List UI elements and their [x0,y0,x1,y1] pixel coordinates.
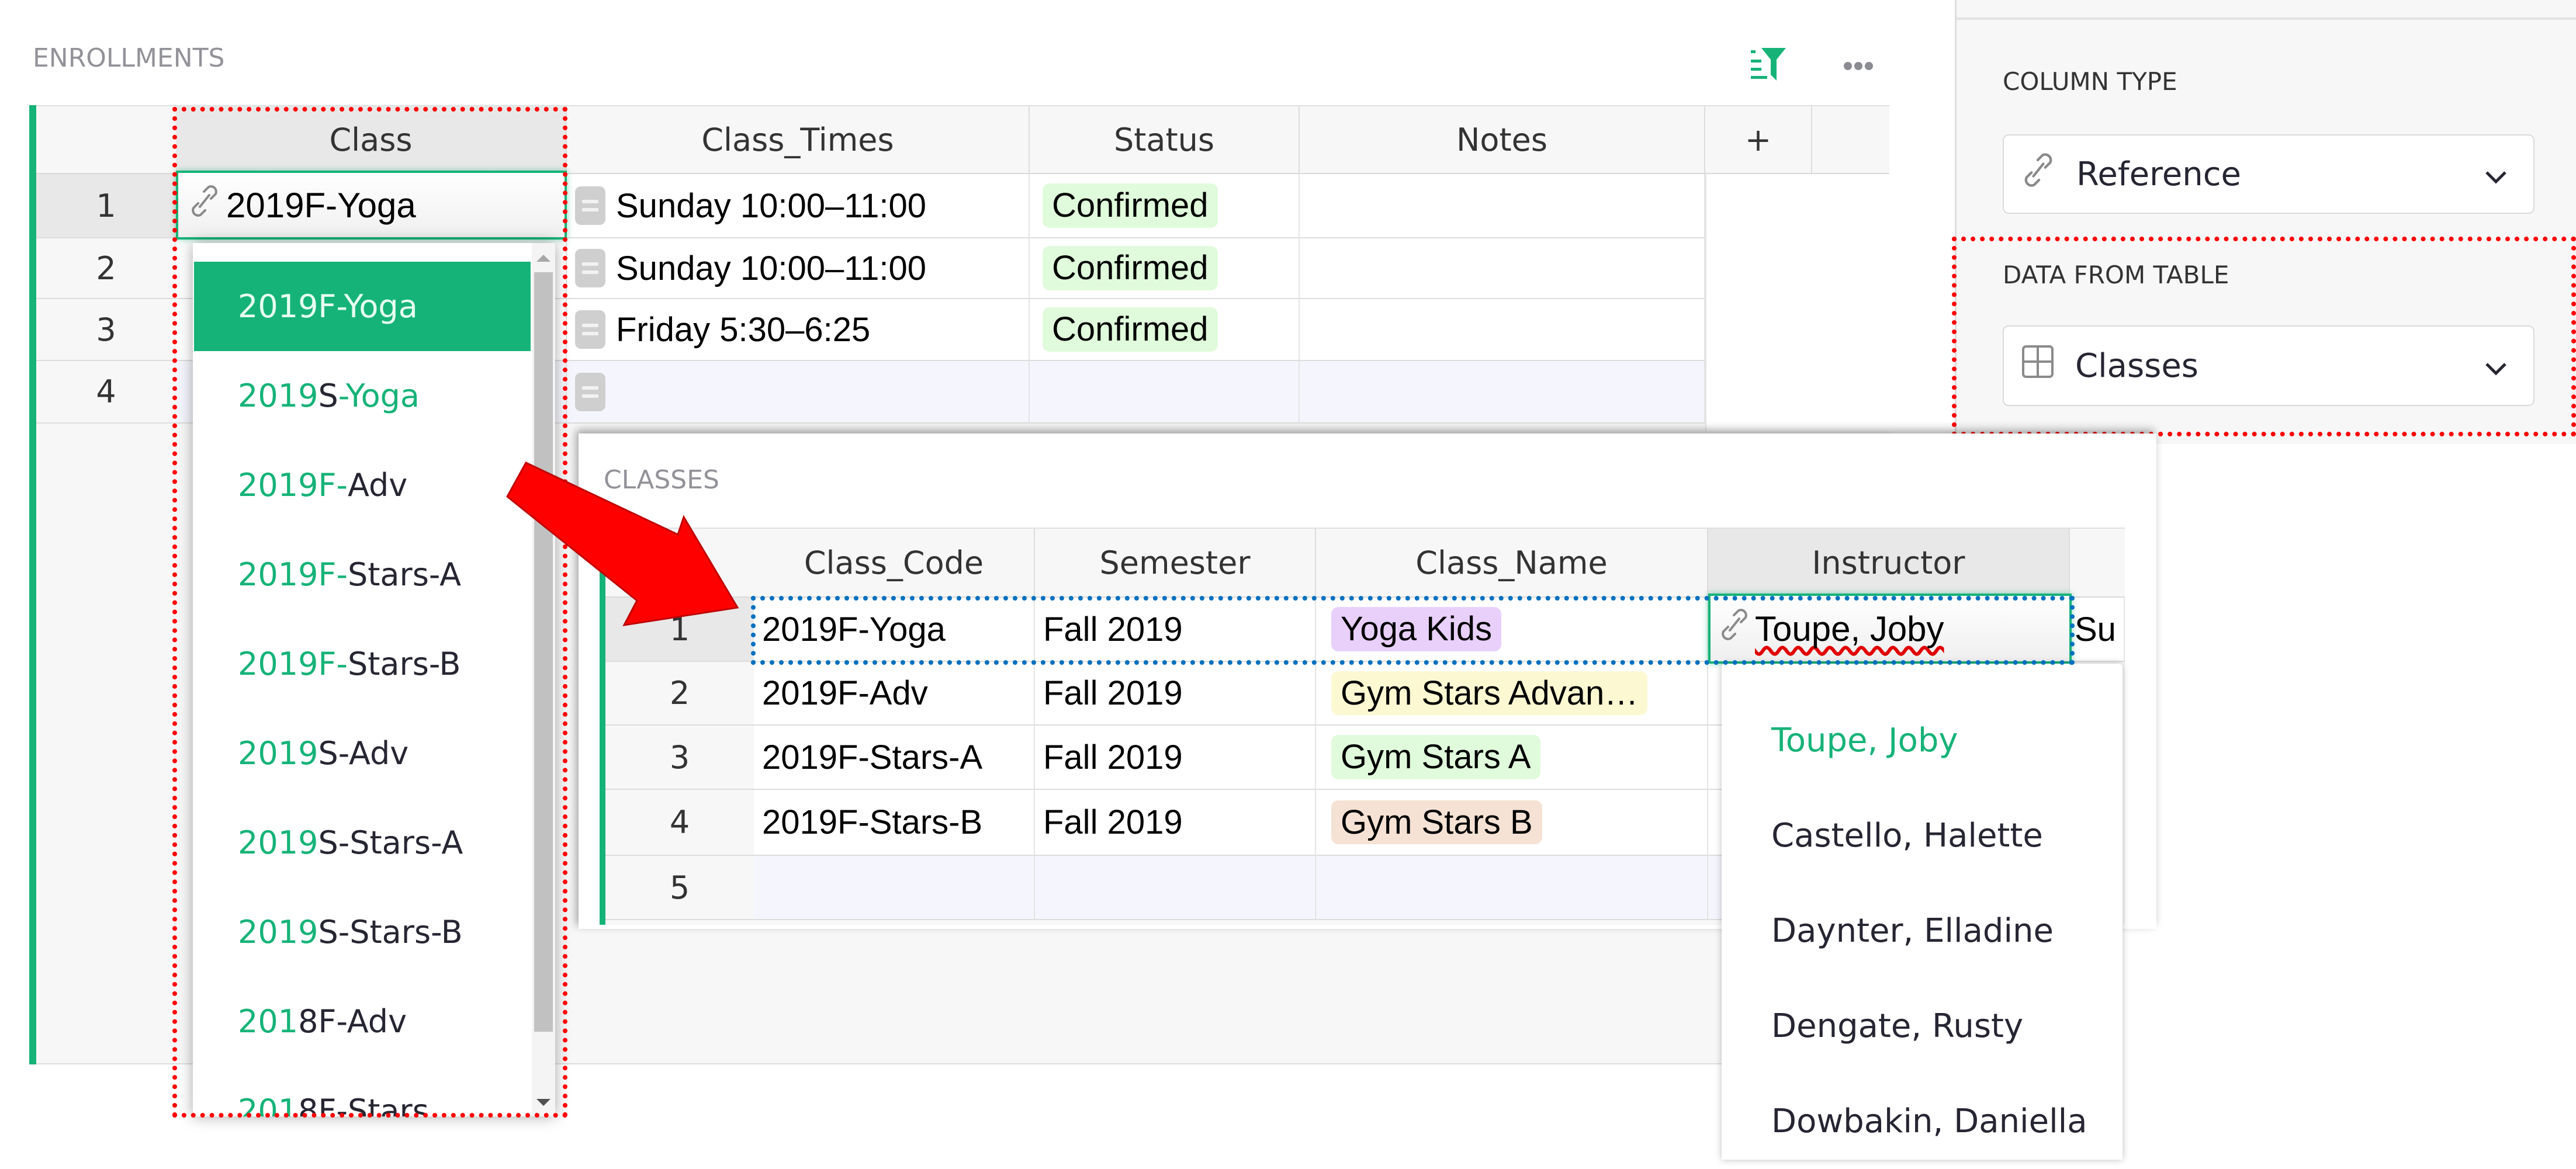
header-filler [1812,106,1889,174]
column-header-class-name[interactable]: Class_Name [1316,529,1708,598]
reference-open-icon[interactable] [575,249,605,287]
instructor-autocomplete-dropdown: Toupe, Joby Castello, Halette Daynter, E… [1722,664,2123,1160]
cell-class-name[interactable]: Gym Stars B [1316,790,1708,856]
cell-class-name[interactable]: Gym Stars A [1316,726,1708,790]
row-number[interactable]: 5 [605,856,754,920]
reference-open-icon[interactable] [575,310,605,349]
reference-open-icon[interactable] [575,186,605,225]
column-type-value: Reference [2076,155,2241,193]
column-header-class-times[interactable]: Class_Times [567,106,1030,174]
enrollments-section-title: ENROLLMENTS [33,43,225,73]
column-header-status[interactable]: Status [1030,106,1300,174]
cell-class-code[interactable]: 2019F-Stars-B [754,790,1035,856]
cell-class-times[interactable]: Sunday 10:00–11:00 [567,238,1030,299]
instructor-option[interactable]: Dowbakin, Daniella [1722,1074,2123,1169]
cell-semester[interactable]: Fall 2019 [1035,790,1316,856]
cell-class-times[interactable]: Sunday 10:00–11:00 [567,174,1030,238]
instructor-option[interactable]: Toupe, Joby [1722,693,2123,788]
instructor-dropdown-list: Toupe, Joby Castello, Halette Daynter, E… [1722,693,2123,1169]
cell-class-name[interactable]: Gym Stars Advan… [1316,662,1708,726]
row-number[interactable]: 3 [605,726,754,790]
cell-class-times-text: Friday 5:30–6:25 [616,310,871,349]
cell-semester[interactable] [1035,856,1316,920]
cell-semester[interactable]: Fall 2019 [1035,662,1316,726]
cell-status[interactable] [1030,361,1300,424]
column-header-instructor[interactable]: Instructor [1708,529,2070,598]
cell-notes[interactable] [1300,174,1705,238]
class-name-chip: Gym Stars A [1331,735,1540,779]
cell-semester[interactable]: Fall 2019 [1035,726,1316,790]
cell-class-times[interactable] [567,361,1030,424]
cell-status[interactable]: Confirmed [1030,238,1300,299]
status-chip: Confirmed [1043,307,1218,352]
instructor-option[interactable]: Castello, Halette [1722,788,2123,883]
row-number[interactable]: 1 [36,174,176,238]
column-type-label: COLUMN TYPE [2003,67,2177,96]
cell-next-column[interactable]: Su [2070,598,2125,662]
sort-filter-icon[interactable] [1749,46,1789,86]
row-number[interactable]: 4 [36,361,176,424]
row-number[interactable]: 4 [605,790,754,856]
reference-link-icon [2021,151,2055,197]
column-header-next[interactable] [2070,529,2125,598]
instructor-option[interactable]: Daynter, Elladine [1722,883,2123,979]
cell-class-code[interactable]: 2019F-Adv [754,662,1035,726]
cell-class-times-text: Sunday 10:00–11:00 [616,186,927,225]
cell-status[interactable]: Confirmed [1030,174,1300,238]
annotation-data-from-table-highlight [1952,237,2576,436]
reference-open-icon[interactable] [575,372,605,411]
panel-divider [1957,18,2576,20]
class-name-chip: Gym Stars Advan… [1331,671,1648,716]
column-header-class-code[interactable]: Class_Code [754,529,1035,598]
class-name-chip: Gym Stars B [1331,800,1542,845]
cell-notes[interactable] [1300,238,1705,299]
status-chip: Confirmed [1043,183,1218,228]
active-section-indicator [29,105,36,1064]
annotation-classes-row-highlight [751,596,2075,665]
grid-empty-area [1705,174,1889,431]
column-type-select[interactable]: Reference [2003,134,2535,214]
cell-notes[interactable] [1300,299,1705,361]
cell-class-times[interactable]: Friday 5:30–6:25 [567,299,1030,361]
instructor-option[interactable]: Dengate, Rusty [1722,979,2123,1074]
row-number-header [36,106,176,174]
row-number[interactable]: 2 [605,662,754,726]
cell-class-times-text: Sunday 10:00–11:00 [616,249,927,287]
add-column-button[interactable]: + [1705,106,1812,174]
cell-notes[interactable] [1300,361,1705,424]
cell-class-code[interactable] [754,856,1035,920]
cell-status[interactable]: Confirmed [1030,299,1300,361]
row-number[interactable]: 2 [36,238,176,299]
column-header-semester[interactable]: Semester [1035,529,1316,598]
more-options-icon[interactable] [1841,57,1876,75]
cell-class-name[interactable] [1316,856,1708,920]
chevron-down-icon [2484,155,2508,193]
row-number[interactable]: 3 [36,299,176,361]
status-chip: Confirmed [1043,246,1218,290]
column-header-notes[interactable]: Notes [1300,106,1705,174]
cell-class-code[interactable]: 2019F-Stars-A [754,726,1035,790]
annotation-arrow-icon [497,462,771,666]
